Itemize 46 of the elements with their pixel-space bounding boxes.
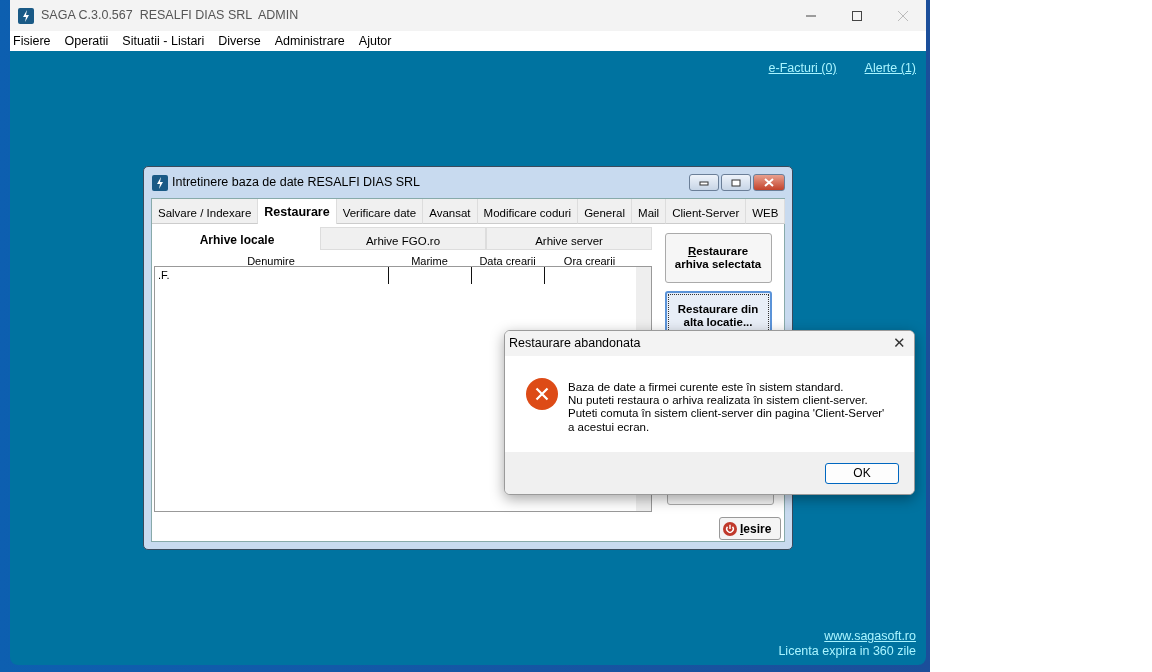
- tab[interactable]: WEB: [746, 199, 786, 224]
- tab[interactable]: Verificare date: [336, 199, 424, 224]
- close-button[interactable]: [753, 174, 785, 191]
- exit-button[interactable]: Iesire: [719, 517, 781, 540]
- menu-item[interactable]: Fisiere: [13, 31, 51, 51]
- menu-item[interactable]: Situatii - Listari: [122, 31, 205, 51]
- minimize-button[interactable]: [689, 174, 719, 191]
- header-link[interactable]: Alerte (1): [864, 59, 916, 78]
- subtab[interactable]: Arhive FGO.ro: [320, 227, 486, 250]
- column-header: Ora crearii: [563, 255, 616, 267]
- maximize-icon: [852, 10, 862, 21]
- table-cell: .F.: [155, 267, 389, 284]
- subtab[interactable]: Arhive server: [486, 227, 652, 250]
- app-icon: [18, 7, 34, 24]
- tab[interactable]: Client-Server: [666, 199, 747, 224]
- menu-item[interactable]: Ajutor: [358, 31, 392, 51]
- header-link[interactable]: e-Facturi (0): [768, 59, 837, 78]
- tab[interactable]: Modificare coduri: [477, 199, 579, 224]
- restore-button[interactable]: Restaurare arhiva selectata: [664, 233, 772, 283]
- restore-button[interactable]: [721, 174, 751, 191]
- close-icon: [764, 178, 774, 187]
- tab[interactable]: Mail: [632, 199, 667, 224]
- error-message: Baza de date a firmei curente este în sistem standard. Nu puteti restaura o arhiva realizata în sistem client-server. Puteti comuta în sistem client-server din pagina 'Client-Server' a acestui ecran.: [568, 380, 885, 435]
- tab[interactable]: Restaurare: [258, 199, 337, 224]
- restore-icon: [731, 178, 741, 187]
- close-icon: [898, 10, 908, 21]
- power-icon: [723, 521, 737, 536]
- error-icon: [526, 378, 558, 410]
- column-header: Denumire: [247, 255, 295, 267]
- ok-button[interactable]: OK: [825, 462, 899, 484]
- website-link[interactable]: www.sagasoft.ro: [824, 629, 916, 643]
- tab[interactable]: Avansat: [423, 199, 478, 224]
- tab[interactable]: General: [578, 199, 633, 224]
- menu-item[interactable]: Operatii: [64, 31, 109, 51]
- window-title: Intretinere baza de date RESALFI DIAS SRL: [172, 174, 421, 192]
- window-title: SAGA C.3.0.567 RESALFI DIAS SRL ADMIN: [41, 7, 299, 25]
- column-header: Data crearii: [479, 255, 536, 267]
- menu-item[interactable]: Administrare: [274, 31, 345, 51]
- dialog-title: Restaurare abandonata: [509, 335, 641, 353]
- app-icon: [152, 174, 168, 191]
- close-button[interactable]: ✕: [884, 332, 914, 355]
- minimize-icon: [699, 179, 709, 186]
- column-header: Marime: [411, 255, 448, 267]
- menu-item[interactable]: Diverse: [218, 31, 261, 51]
- tab[interactable]: Salvare / Indexare: [152, 199, 259, 224]
- license-text: Licenta expira in 360 zile: [778, 644, 916, 659]
